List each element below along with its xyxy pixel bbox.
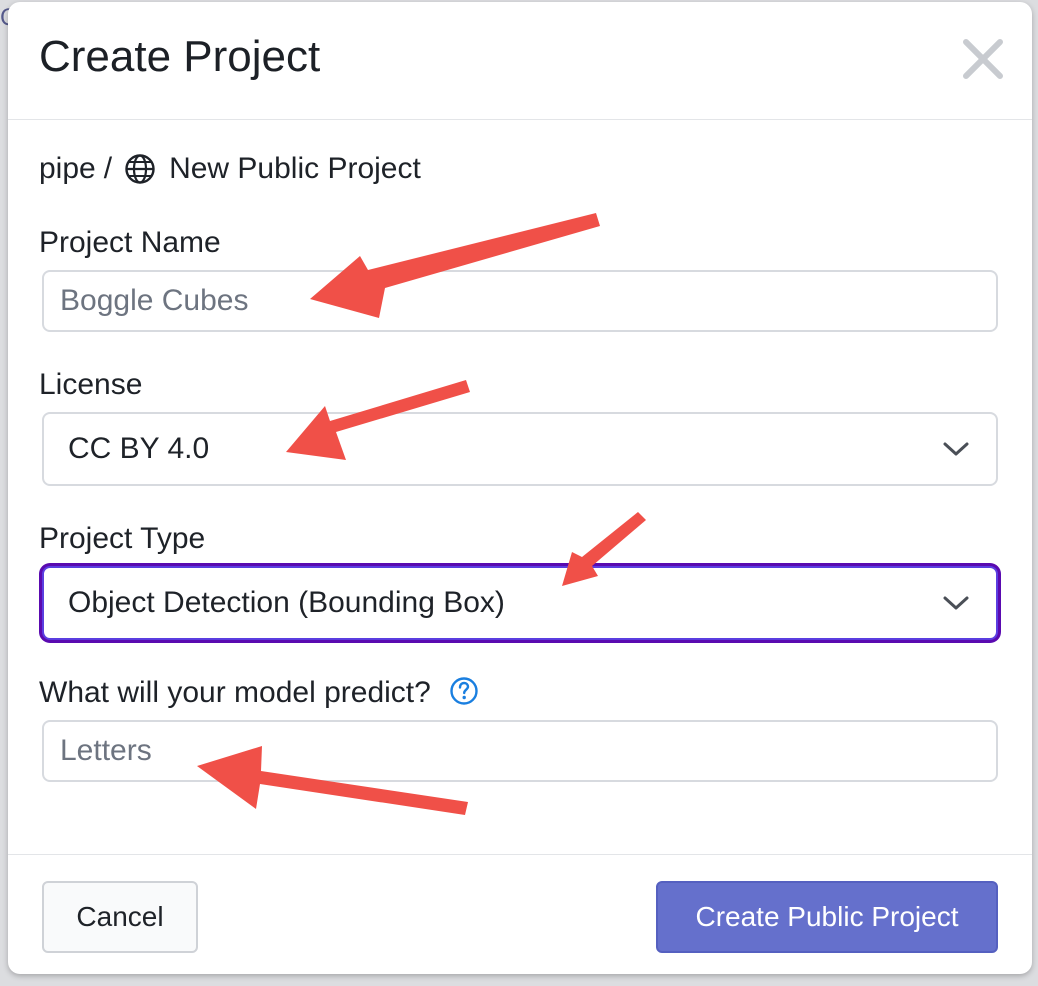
project-name-label: Project Name [39,226,221,259]
project-type-label: Project Type [39,522,206,555]
close-icon [963,39,1003,79]
globe-icon [125,154,155,184]
modal-footer: Cancel Create Public Project [8,854,1032,974]
project-type-selected-value: Object Detection (Bounding Box) [68,586,505,619]
breadcrumb: pipe / New Public Project [39,152,421,186]
breadcrumb-workspace: pipe [39,152,96,185]
chevron-down-icon [943,442,969,456]
question-circle-icon[interactable] [449,676,479,706]
cancel-button[interactable]: Cancel [42,881,198,953]
close-button[interactable] [960,36,1006,82]
create-public-project-button[interactable]: Create Public Project [656,881,998,953]
breadcrumb-project: New Public Project [169,152,421,185]
project-type-select[interactable]: Object Detection (Bounding Box) [42,566,998,640]
predict-label-text: What will your model predict? [39,676,431,709]
license-select[interactable]: CC BY 4.0 [42,412,998,486]
project-name-input[interactable] [42,270,998,332]
breadcrumb-separator: / [103,152,113,185]
modal-header: Create Project [8,2,1032,120]
predict-input[interactable] [42,720,998,782]
license-selected-value: CC BY 4.0 [68,432,210,465]
chevron-down-icon [943,596,969,610]
license-label: License [39,368,143,401]
modal-title: Create Project [39,32,321,81]
create-project-modal: Create Project pipe / New Public Project… [8,2,1032,974]
predict-label: What will your model predict? [39,676,479,710]
